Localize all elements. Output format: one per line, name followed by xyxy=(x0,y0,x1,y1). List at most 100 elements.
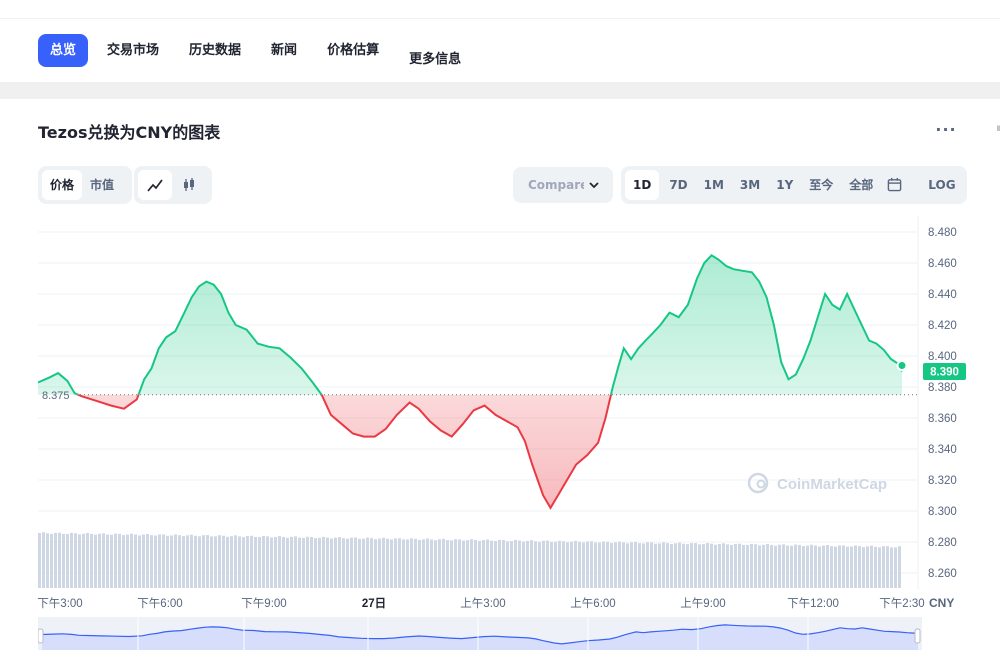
volume-bar xyxy=(66,533,69,588)
volume-bar xyxy=(266,536,269,588)
volume-bar xyxy=(814,545,817,588)
tab-historical-data[interactable]: 历史数据 xyxy=(174,34,256,67)
volume-bar xyxy=(414,538,417,588)
calendar-icon xyxy=(888,177,902,192)
volume-bar xyxy=(46,533,49,588)
tab-overview[interactable]: 总览 xyxy=(38,34,89,67)
more-options-button[interactable]: ··· xyxy=(934,122,958,144)
volume-bar xyxy=(786,545,789,588)
current-price-point xyxy=(896,360,908,371)
volume-bar xyxy=(330,538,333,588)
volume-bar xyxy=(498,539,501,588)
x-tick-label: 上午9:00 xyxy=(680,597,725,610)
volume-bar xyxy=(682,543,685,588)
volume-bar xyxy=(222,535,225,588)
range-all-button[interactable]: 全部 xyxy=(841,170,881,200)
volume-bar xyxy=(858,546,861,588)
volume-bar xyxy=(746,544,749,588)
volume-bar xyxy=(726,544,729,588)
volume-bar xyxy=(742,544,745,588)
volume-bar xyxy=(130,533,133,588)
volume-bar xyxy=(654,543,657,588)
volume-bar xyxy=(554,541,557,588)
range-1m-button[interactable]: 1M xyxy=(696,170,732,200)
volume-bar xyxy=(698,544,701,588)
volume-bar xyxy=(426,538,429,588)
volume-bar xyxy=(638,543,641,588)
volume-bar xyxy=(98,533,101,588)
volume-bar xyxy=(486,539,489,588)
volume-bar xyxy=(86,532,89,588)
volume-bar xyxy=(362,538,365,588)
y-tick-label: 8.320 xyxy=(928,475,957,487)
volume-bar xyxy=(738,543,741,588)
compare-label: Compare with xyxy=(528,178,584,192)
volume-bar xyxy=(898,546,901,588)
volume-bar xyxy=(658,543,661,588)
currency-label: CNY xyxy=(929,596,954,610)
volume-bar xyxy=(610,543,613,588)
volume-bar xyxy=(70,532,73,588)
range-7d-button[interactable]: 7D xyxy=(661,170,695,200)
x-tick-label: 下午2:30 xyxy=(879,597,924,610)
volume-bar xyxy=(162,534,165,588)
y-tick-label: 8.420 xyxy=(928,320,957,332)
compare-dropdown[interactable]: Compare with xyxy=(513,167,613,203)
y-tick-label: 8.280 xyxy=(928,537,957,549)
navigator-right-handle[interactable] xyxy=(914,628,921,644)
volume-bar xyxy=(230,536,233,588)
y-tick-label: 8.340 xyxy=(928,444,957,456)
volume-bar xyxy=(734,543,737,588)
metric-price-button[interactable]: 价格 xyxy=(42,170,83,200)
volume-bar xyxy=(318,537,321,588)
metric-market-cap-button[interactable]: 市值 xyxy=(82,170,122,200)
x-tick-label: 下午6:00 xyxy=(137,597,182,610)
volume-bar xyxy=(690,543,693,588)
navigator-left-handle[interactable] xyxy=(38,628,44,644)
volume-bar xyxy=(142,534,145,588)
tab-markets[interactable]: 交易市场 xyxy=(92,34,174,67)
volume-bar xyxy=(478,540,481,588)
volume-bar xyxy=(778,544,781,588)
candlestick-button[interactable] xyxy=(172,170,206,200)
volume-bar xyxy=(454,539,457,588)
tab-news[interactable]: 新闻 xyxy=(256,34,312,67)
date-range-button[interactable] xyxy=(881,170,908,200)
tab-price-estimates[interactable]: 价格估算 xyxy=(312,34,394,67)
price-chart[interactable]: 8.375 8.480 8.460 8.440 8.420 8.400 8.380 8.36… xyxy=(0,210,1000,615)
volume-bar xyxy=(166,535,169,588)
range-3m-button[interactable]: 3M xyxy=(732,170,768,200)
volume-bar xyxy=(450,540,453,588)
volume-bar xyxy=(366,537,369,588)
volume-bar xyxy=(534,541,537,588)
volume-bar xyxy=(82,533,85,588)
volume-bar xyxy=(522,541,525,588)
range-1d-button[interactable]: 1D xyxy=(625,170,660,200)
range-ytd-button[interactable]: 至今 xyxy=(801,170,841,200)
volume-bar xyxy=(802,546,805,588)
volume-bar xyxy=(182,536,185,588)
volume-bar xyxy=(518,540,521,588)
line-chart-button[interactable] xyxy=(138,170,172,200)
volume-bar xyxy=(798,544,801,588)
tab-more-info[interactable]: 更多信息 xyxy=(394,43,476,76)
log-scale-button[interactable]: LOG xyxy=(920,170,963,200)
volume-bar xyxy=(526,540,529,588)
volume-bar xyxy=(314,538,317,588)
volume-bar xyxy=(650,542,653,588)
volume-bar xyxy=(90,533,93,588)
volume-bar xyxy=(750,543,753,588)
y-tick-label: 8.460 xyxy=(928,258,957,270)
volume-bar xyxy=(262,535,265,588)
volume-bar xyxy=(410,538,413,588)
volume-bar xyxy=(322,536,325,588)
current-price-label: 8.390 xyxy=(930,367,959,379)
volume-bar xyxy=(54,532,57,588)
volume-bar xyxy=(542,540,545,588)
volume-bar xyxy=(598,542,601,588)
volume-bars xyxy=(38,532,901,588)
range-navigator[interactable] xyxy=(38,617,922,650)
volume-bar xyxy=(226,536,229,588)
volume-bar xyxy=(854,545,857,588)
range-1y-button[interactable]: 1Y xyxy=(768,170,801,200)
